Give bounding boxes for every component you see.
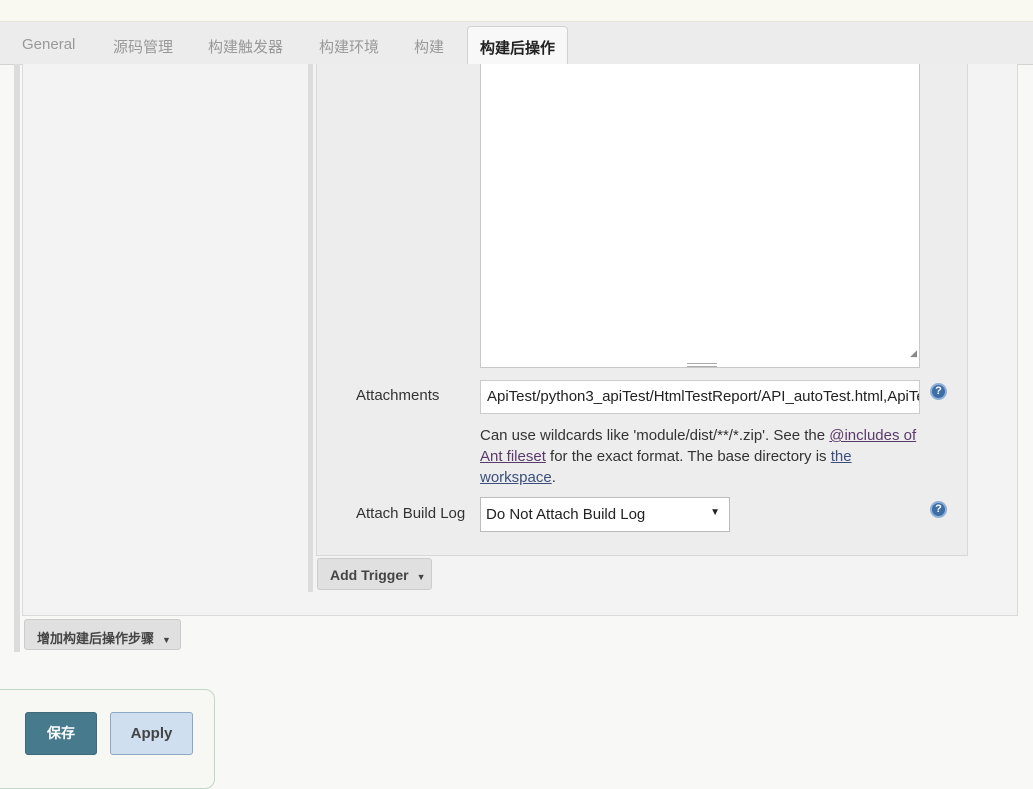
tab-bar: General 源码管理 构建触发器 构建环境 构建 构建后操作 (0, 22, 1033, 65)
attachments-input[interactable]: ApiTest/python3_apiTest/HtmlTestReport/A… (480, 380, 920, 414)
top-strip (0, 0, 1033, 22)
help-icon[interactable]: ? (930, 383, 947, 400)
apply-button[interactable]: Apply (110, 712, 193, 755)
help-icon[interactable]: ? (930, 501, 947, 518)
tab-build-triggers[interactable]: 构建触发器 (208, 36, 283, 57)
attachments-label: Attachments (356, 387, 440, 404)
caret-down-icon: ▼ (416, 572, 426, 582)
caret-down-icon: ▼ (162, 635, 171, 645)
add-trigger-button[interactable]: Add Trigger ▼ (317, 558, 432, 590)
resize-handle-icon[interactable]: ◢ (910, 348, 917, 359)
tab-post-build[interactable]: 构建后操作 (467, 26, 569, 65)
subsection-bar (308, 64, 313, 592)
save-button[interactable]: 保存 (25, 712, 97, 755)
content-textarea[interactable]: ◢ (480, 64, 920, 368)
section-bar (14, 64, 20, 652)
tab-source-control[interactable]: 源码管理 (113, 36, 173, 57)
dropdown-arrow-icon: ▼ (710, 507, 720, 518)
textarea-grip[interactable] (687, 363, 717, 367)
tab-build[interactable]: 构建 (414, 36, 444, 57)
tab-general[interactable]: General (22, 36, 75, 53)
attach-build-log-label: Attach Build Log (356, 505, 466, 522)
attachments-help-text: Can use wildcards like 'module/dist/**/*… (480, 427, 917, 486)
add-post-build-step-button[interactable]: 增加构建后操作步骤 ▼ (24, 619, 181, 650)
attach-build-log-select[interactable]: Do Not Attach Build Log ▼ (480, 497, 730, 532)
tab-build-environment[interactable]: 构建环境 (319, 36, 379, 57)
